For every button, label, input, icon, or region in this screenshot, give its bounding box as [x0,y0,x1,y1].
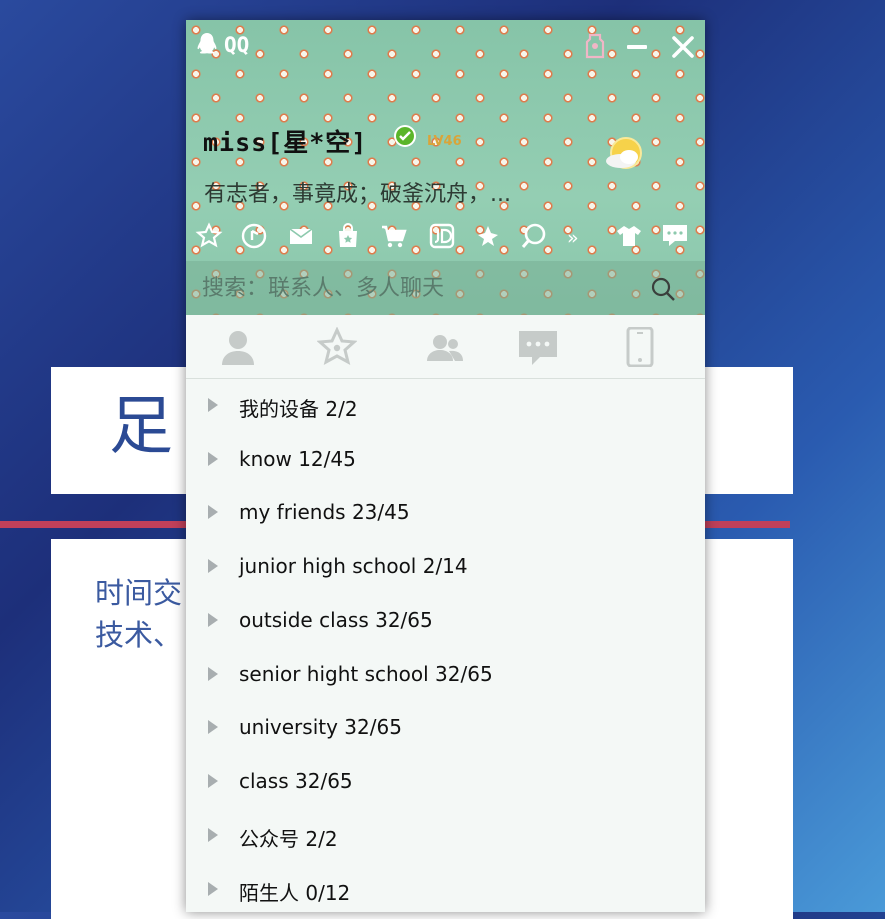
message-icon[interactable] [661,222,689,250]
tab-conversations[interactable] [518,327,558,367]
group-label: 公众号 2/2 [239,827,338,851]
minimize-button[interactable] [627,45,647,49]
group-label: senior hight school 32/65 [239,662,493,686]
expand-arrow-icon [208,774,218,788]
expand-arrow-icon [208,505,218,519]
expand-arrow-icon [208,667,218,681]
jd-icon[interactable] [428,222,456,250]
contact-person-icon [222,331,254,365]
group-row-know[interactable]: know 12/45 [186,433,705,487]
group-row-strangers[interactable]: 陌生人 0/12 [186,863,705,912]
expand-arrow-icon [208,828,218,842]
group-row-university[interactable]: university 32/65 [186,701,705,755]
group-row-class[interactable]: class 32/65 [186,755,705,809]
mail-icon[interactable] [287,222,315,250]
music-icon[interactable] [240,222,268,250]
skin-tag-icon[interactable] [584,33,606,59]
group-label: know 12/45 [239,447,356,471]
expand-arrow-icon [208,613,218,627]
group-label: outside class 32/65 [239,608,433,632]
personal-signature[interactable]: 有志者，事竟成；破釜沉舟，... [204,176,511,208]
group-label: university 32/65 [239,715,402,739]
weather-sun-cloud-icon[interactable] [599,132,649,182]
slide-body-line-2: 技术、 [95,618,183,652]
slide-title-text: 足 [109,390,173,464]
toolbar-more-button[interactable]: » [567,227,579,249]
tab-phone[interactable] [620,327,660,367]
nickname[interactable]: miss[星*空] [203,123,367,159]
main-tab-bar [186,315,705,379]
expand-arrow-icon [208,882,218,896]
star-icon[interactable] [195,222,223,250]
tab-groups[interactable] [425,327,465,367]
group-people-icon [427,335,463,361]
expand-arrow-icon [208,452,218,466]
group-row-my-devices[interactable]: 我的设备 2/2 [186,379,705,433]
profile-header: QQ miss[星*空] LV46 有志者，事竟成；破釜沉舟，... » 搜索：… [186,20,705,315]
shop-bag-icon[interactable] [334,222,362,250]
verified-badge-icon[interactable] [394,125,416,147]
expand-arrow-icon [208,398,218,412]
chat-bubble-icon [519,331,557,365]
search-icon[interactable] [649,275,677,303]
group-row-senior-high[interactable]: senior hight school 32/65 [186,648,705,702]
group-row-official-accounts[interactable]: 公众号 2/2 [186,809,705,863]
expand-arrow-icon [208,720,218,734]
level-badge[interactable]: LV46 [427,134,462,149]
qq-main-window: QQ miss[星*空] LV46 有志者，事竟成；破釜沉舟，... » 搜索：… [186,20,705,912]
group-row-outside-class[interactable]: outside class 32/65 [186,594,705,648]
shirt-icon[interactable] [615,222,643,250]
search-circle-icon[interactable] [520,222,548,250]
search-bar [186,261,705,315]
group-label: junior high school 2/14 [239,554,468,578]
apps-icon[interactable] [474,222,502,250]
group-label: my friends 23/45 [239,500,410,524]
qq-penguin-icon [197,33,217,54]
cart-icon[interactable] [380,222,408,250]
window-title: QQ [224,33,250,57]
favorite-star-icon [317,327,357,365]
tab-contacts[interactable] [218,327,258,367]
expand-arrow-icon [208,559,218,573]
group-row-junior-high[interactable]: junior high school 2/14 [186,540,705,594]
mobile-phone-icon [626,327,654,367]
group-label: class 32/65 [239,769,353,793]
close-icon[interactable] [670,34,696,60]
slide-body-line-1: 时间交 [95,576,183,610]
group-row-my-friends[interactable]: my friends 23/45 [186,486,705,540]
tab-favorites[interactable] [317,327,357,367]
group-label: 我的设备 2/2 [239,397,358,421]
search-input[interactable] [202,274,632,302]
group-label: 陌生人 0/12 [239,881,351,905]
